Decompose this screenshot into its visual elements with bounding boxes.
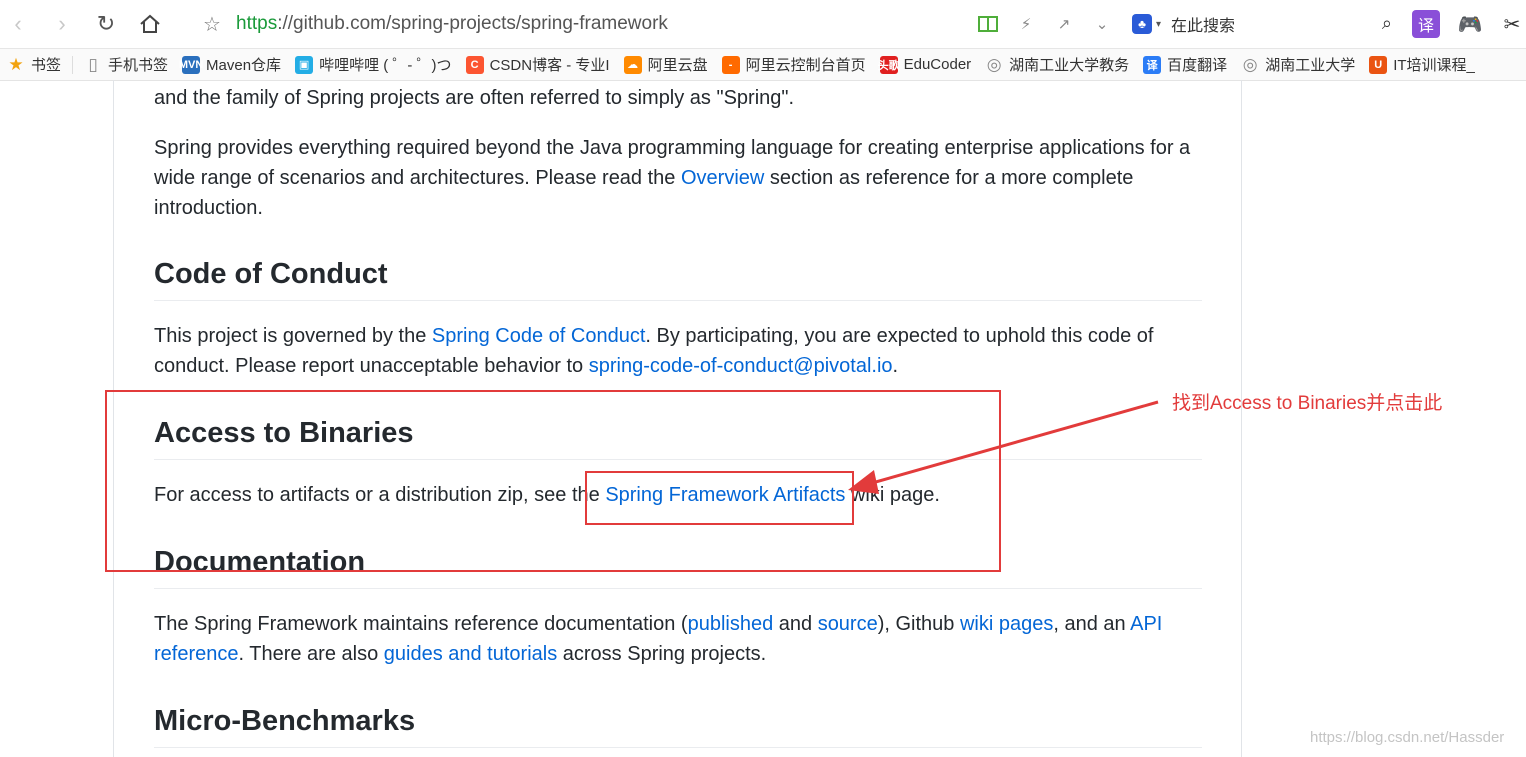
annotation-arrow-head <box>848 470 879 494</box>
annotation-arrow <box>848 400 1159 494</box>
csdn-watermark: https://blog.csdn.net/Hassder <box>1310 729 1505 746</box>
annotation-arrow-line <box>857 400 1159 489</box>
annotation-label: 找到Access to Binaries并点击此 <box>1172 393 1443 414</box>
